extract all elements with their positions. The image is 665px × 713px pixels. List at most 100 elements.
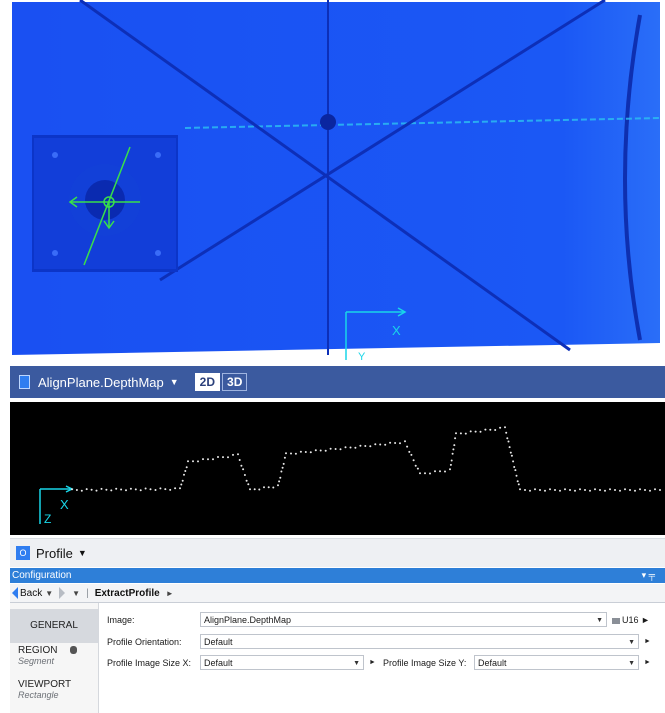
profile-point: [439, 470, 441, 473]
depth-bolt: [155, 250, 161, 256]
profile-axis-z-label: Z: [44, 512, 51, 526]
profile-point: [280, 470, 283, 473]
profile-point: [406, 445, 409, 448]
back-arrow-icon[interactable]: [12, 587, 18, 599]
size-x-value: Default: [204, 658, 233, 668]
profile-point: [247, 483, 250, 486]
profile-point: [479, 430, 482, 433]
layer-selector-label[interactable]: AlignPlane.DepthMap: [38, 375, 164, 390]
chevron-down-icon[interactable]: ▼: [628, 635, 635, 650]
tab-region-label: REGION: [18, 645, 58, 656]
size-x-select[interactable]: Default ▼: [200, 655, 364, 670]
tab-viewport-label: VIEWPORT: [18, 679, 72, 690]
profile-point: [559, 489, 561, 492]
nav-separator: |: [86, 587, 89, 599]
depth-map-canvas[interactable]: X Y: [10, 0, 665, 362]
profile-point: [339, 448, 342, 451]
chevron-down-icon[interactable]: ▼: [72, 589, 80, 598]
chevron-down-icon[interactable]: ▼: [45, 589, 53, 598]
profile-point: [238, 459, 241, 461]
profile-point: [416, 467, 419, 470]
profile-point: [508, 446, 511, 449]
profile-point: [434, 470, 436, 473]
profile-point: [489, 428, 492, 431]
breadcrumb[interactable]: ExtractProfile: [95, 588, 160, 599]
tab-region[interactable]: REGION Segment: [10, 645, 98, 673]
breadcrumb-arrow-icon[interactable]: ►: [166, 589, 174, 598]
config-side-tabs: GENERAL REGION Segment VIEWPORT Rectangl…: [10, 603, 99, 713]
profile-point: [278, 480, 281, 483]
profile-point: [424, 472, 426, 475]
orientation-select[interactable]: Default ▼: [200, 634, 639, 649]
profile-point: [450, 459, 453, 462]
tab-region-sub: Segment: [18, 656, 55, 666]
profile-point: [469, 430, 472, 433]
profile-point: [183, 473, 185, 476]
forward-arrow-icon[interactable]: [59, 587, 66, 599]
profile-point: [329, 447, 332, 450]
profile-point: [159, 487, 162, 490]
profile-point: [279, 476, 282, 479]
panel-controls-icon[interactable]: ▾ ╤: [642, 568, 655, 583]
profile-point: [232, 453, 234, 456]
view-2d-button[interactable]: 2D: [194, 373, 221, 391]
chevron-down-icon[interactable]: ▼: [170, 377, 179, 387]
profile-point: [227, 456, 229, 459]
profile-point: [624, 488, 626, 491]
profile-point: [324, 449, 327, 452]
profile-point: [494, 429, 497, 431]
image-select[interactable]: AlignPlane.DepthMap ▼: [200, 612, 607, 627]
profile-point: [505, 431, 508, 434]
profile-point: [100, 487, 103, 490]
image-value: AlignPlane.DepthMap: [204, 615, 292, 625]
profile-point: [115, 487, 118, 490]
profile-point: [299, 450, 302, 453]
profile-point: [364, 445, 367, 447]
depth-center-hub: [320, 114, 336, 130]
profile-point: [507, 440, 510, 443]
tab-viewport[interactable]: VIEWPORT Rectangle: [10, 679, 98, 709]
size-y-label: Profile Image Size Y:: [383, 658, 467, 668]
tab-general[interactable]: GENERAL: [10, 609, 98, 643]
chevron-down-icon[interactable]: ▼: [628, 656, 635, 671]
profile-point: [144, 487, 147, 490]
profile-point: [277, 484, 279, 487]
profile-point: [110, 489, 113, 492]
orientation-expand-icon[interactable]: ►: [644, 638, 651, 645]
profile-point: [404, 440, 406, 443]
profile-point: [399, 442, 401, 445]
profile-point: [634, 489, 636, 492]
chevron-down-icon[interactable]: ▼: [353, 656, 360, 671]
region-type-icon[interactable]: [70, 646, 78, 655]
size-y-expand-icon[interactable]: ►: [644, 659, 651, 666]
depth-map-view[interactable]: X Y: [10, 0, 665, 362]
view-3d-button[interactable]: 3D: [222, 373, 248, 391]
profile-point: [429, 472, 431, 475]
profile-point: [354, 446, 357, 449]
image-format-label: U16: [622, 615, 639, 625]
profile-point: [120, 488, 123, 491]
profile-point: [267, 486, 270, 489]
chevron-down-icon[interactable]: ▼: [78, 548, 87, 558]
profile-point: [629, 489, 631, 491]
profile-point: [154, 489, 157, 491]
profile-point: [149, 488, 152, 491]
profile-selector-label[interactable]: Profile: [36, 546, 73, 561]
size-x-expand-icon[interactable]: ►: [369, 659, 376, 666]
profile-view[interactable]: X Z: [10, 402, 665, 535]
profile-icon: O: [16, 546, 30, 560]
profile-point: [604, 489, 606, 492]
profile-point: [464, 432, 467, 435]
tab-viewport-sub: Rectangle: [18, 690, 59, 700]
chevron-down-icon[interactable]: ▼: [596, 613, 603, 628]
image-format-badge[interactable]: U16 ►: [612, 615, 650, 625]
profile-point: [164, 488, 167, 491]
size-y-value: Default: [478, 658, 507, 668]
navigation-bar: Back ▼ ▼ | ExtractProfile ►: [10, 584, 665, 603]
profile-point: [181, 479, 184, 482]
profile-point: [451, 452, 454, 455]
profile-point: [290, 452, 292, 455]
back-button[interactable]: Back: [20, 588, 42, 599]
profile-canvas[interactable]: X Z: [10, 402, 665, 535]
size-y-select[interactable]: Default ▼: [474, 655, 639, 670]
